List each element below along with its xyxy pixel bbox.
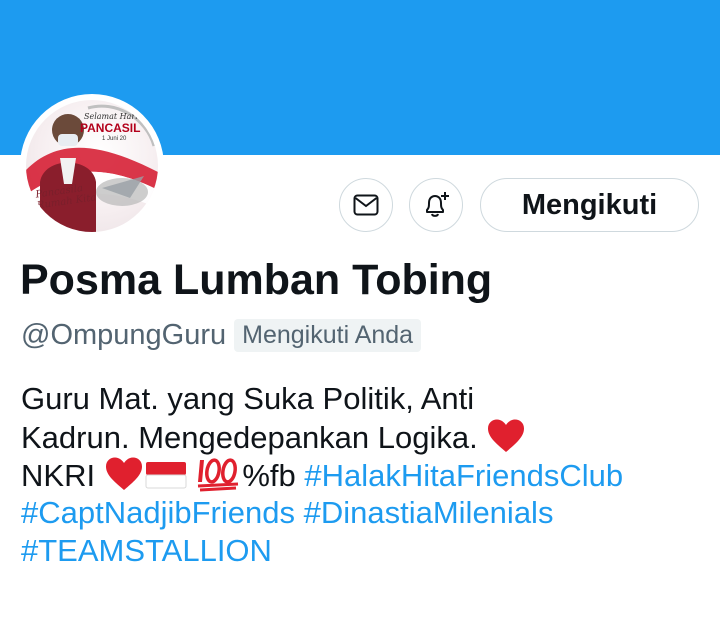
bio-line-1: Guru Mat. yang Suka Politik, Anti (21, 380, 711, 418)
bio-text-3: NKRI (21, 458, 104, 493)
avatar[interactable]: Selamat Hari PANCASIL 1 Juni 20 Pancasil… (26, 100, 158, 232)
follows-you-badge: Mengikuti Anda (234, 318, 422, 352)
red-heart-icon (105, 457, 142, 490)
avatar-caption: Selamat Hari (84, 112, 138, 121)
message-button[interactable] (339, 178, 393, 232)
avatar-ring: Selamat Hari PANCASIL 1 Juni 20 Pancasil… (20, 94, 164, 238)
bio-line-3: NKRI %fb #HalakHitaFriendsClub (21, 456, 711, 494)
profile-handle: @OmpungGuru (21, 318, 227, 351)
bio-text-2: Kadrun. Mengedepankan Logika. (21, 420, 487, 455)
red-heart-icon (488, 419, 525, 452)
handle-row: @OmpungGuru Mengikuti Anda (21, 316, 422, 354)
following-button[interactable]: Mengikuti (480, 178, 699, 232)
hundred-points-icon (198, 458, 239, 492)
profile-name: Posma Lumban Tobing (20, 256, 493, 304)
indonesia-flag-icon (145, 462, 187, 489)
bio-line-2: Kadrun. Mengedepankan Logika. (21, 418, 711, 456)
avatar-date: 1 Juni 20 (102, 136, 127, 142)
bell-plus-icon (426, 192, 449, 217)
hashtag-link[interactable]: #DinastiaMilenials (304, 495, 554, 530)
avatar-title: PANCASIL (80, 121, 141, 135)
bio-line-4: #CaptNadjibFriends #DinastiaMilenials (21, 494, 711, 532)
profile-bio: Guru Mat. yang Suka Politik, Anti Kadrun… (21, 380, 711, 570)
hashtag-link[interactable]: #TEAMSTALLION (21, 533, 272, 568)
bio-text-3b: %fb (242, 458, 305, 493)
bio-text-1: Guru Mat. yang Suka Politik, Anti (21, 381, 475, 416)
hashtag-link[interactable]: #HalakHitaFriendsClub (304, 458, 623, 493)
bio-line-5: #TEAMSTALLION (21, 532, 711, 570)
notifications-button[interactable] (409, 178, 463, 232)
envelope-icon (353, 194, 379, 216)
hashtag-link[interactable]: #CaptNadjibFriends (21, 495, 295, 530)
